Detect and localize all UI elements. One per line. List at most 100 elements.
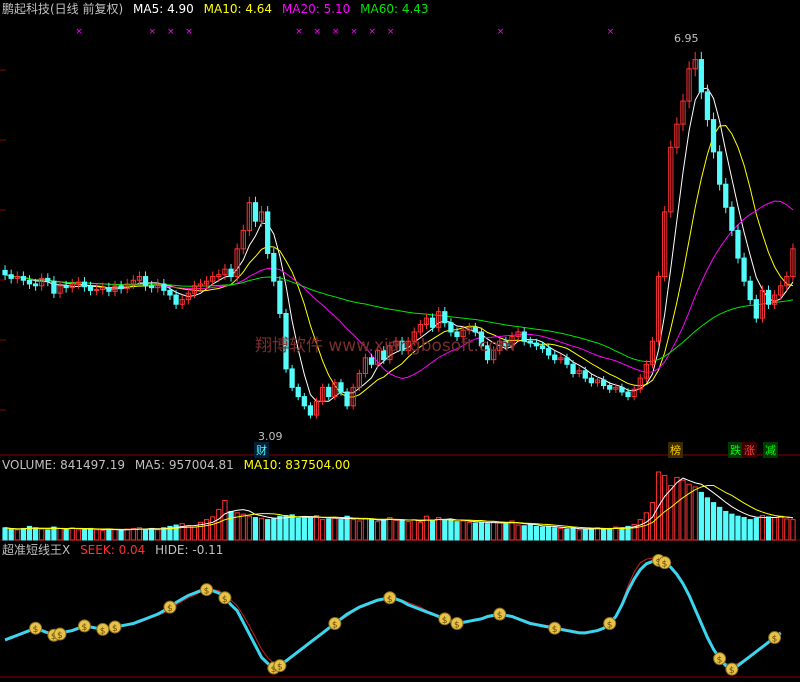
candle-body xyxy=(533,342,540,347)
volume-bar xyxy=(118,529,124,541)
candle-body xyxy=(142,276,149,287)
volume-bar xyxy=(741,517,747,541)
candle-body xyxy=(295,386,301,398)
money-bag-icon-glyph: $ xyxy=(222,595,228,605)
stock-title[interactable]: 鹏起科技(日线 前复权) xyxy=(2,2,123,16)
volume-bar xyxy=(112,529,118,541)
volume-bar xyxy=(320,519,326,541)
candle-body xyxy=(741,257,747,282)
volume-bar xyxy=(704,497,711,541)
candle-body xyxy=(63,285,69,289)
volume-bar xyxy=(417,521,424,541)
volume-bar xyxy=(539,526,546,541)
candle-body xyxy=(582,370,588,379)
volume-ma10: MA10: 837504.00 xyxy=(243,458,351,472)
volume-bar xyxy=(717,506,723,541)
volume-bar xyxy=(509,520,515,541)
candle-body xyxy=(753,299,759,319)
volume-value: VOLUME: 841497.19 xyxy=(2,458,125,472)
candle-body xyxy=(26,279,33,285)
volume-bar xyxy=(374,521,381,541)
money-bag-icon-glyph: $ xyxy=(772,635,778,645)
volume-bar xyxy=(607,527,613,541)
volume-bar xyxy=(692,486,698,541)
ma10-line xyxy=(4,125,794,398)
candle-body xyxy=(81,281,88,288)
indicator-name[interactable]: 超准短线王X xyxy=(2,543,70,557)
money-bag-icon-glyph: $ xyxy=(717,656,723,666)
candle-body xyxy=(45,277,51,282)
volume-bar xyxy=(399,520,405,541)
candle-body xyxy=(600,379,607,387)
volume-bar xyxy=(124,528,130,541)
volume-bar xyxy=(533,525,540,541)
candle-body xyxy=(277,280,283,314)
candle-body xyxy=(94,288,100,291)
volume-bar xyxy=(381,519,387,541)
ma5-value: MA5: 4.90 xyxy=(133,2,194,16)
jian-badge: 减 xyxy=(763,442,778,458)
volume-bar xyxy=(32,527,39,541)
candle-body xyxy=(442,311,448,324)
volume-bar xyxy=(588,527,595,541)
volume-bar xyxy=(350,519,356,541)
candle-body xyxy=(552,354,558,361)
money-bag-icon-glyph: $ xyxy=(57,631,63,641)
volume-bar xyxy=(161,527,167,541)
volume-bar xyxy=(20,527,27,541)
volume-bar xyxy=(582,528,588,541)
candle-body xyxy=(368,357,375,365)
candle-body xyxy=(564,357,570,365)
volume-bar xyxy=(662,474,668,541)
volume-bar xyxy=(546,525,552,541)
volume-bar xyxy=(295,517,301,541)
volume-bar xyxy=(252,517,259,541)
volume-bar xyxy=(210,516,216,541)
volume-bar xyxy=(332,517,338,541)
candlestick-series xyxy=(2,51,796,419)
ma60-value: MA60: 4.43 xyxy=(360,2,429,16)
volume-bar xyxy=(771,517,778,541)
candle-body xyxy=(289,368,295,388)
candle-body xyxy=(51,280,57,294)
volume-bar xyxy=(442,519,448,541)
volume-bar xyxy=(338,519,344,541)
volume-bar xyxy=(484,523,491,541)
volume-bar xyxy=(240,513,246,541)
volume-bar xyxy=(228,510,234,541)
money-bag-icons: $$$$$$$$$$$$$$$$$$$$$$$ xyxy=(29,553,782,676)
candle-body xyxy=(118,285,124,290)
chart-grid xyxy=(0,69,800,678)
volume-bar xyxy=(39,528,45,541)
hide-value: HIDE: -0.11 xyxy=(155,543,224,557)
high-price-label: 6.95 xyxy=(674,32,699,45)
candle-body xyxy=(2,269,8,276)
volume-bar xyxy=(637,519,643,541)
volume-bar xyxy=(368,519,375,541)
candle-body xyxy=(570,363,576,375)
money-bag-icon-glyph: $ xyxy=(204,587,210,597)
candle-body xyxy=(228,268,234,278)
volume-bar xyxy=(271,518,277,541)
volume-bar xyxy=(765,516,772,541)
volume-bar xyxy=(759,515,766,541)
volume-bar xyxy=(63,528,69,541)
candle-body xyxy=(20,276,27,281)
volume-bar xyxy=(735,515,741,541)
watermark: 翔博软件 www.xiangbosoft.com xyxy=(255,336,516,356)
volume-bar xyxy=(14,529,20,541)
volume-bar xyxy=(784,518,790,541)
money-bag-icon-glyph: $ xyxy=(112,624,118,634)
candle-body xyxy=(619,386,625,393)
candle-body xyxy=(252,202,259,222)
volume-bar xyxy=(289,514,295,541)
volume-bar xyxy=(246,515,252,541)
volume-bar xyxy=(729,513,735,541)
signal-markers: × × × × × × × × × × × × xyxy=(75,27,614,37)
volume-bar xyxy=(216,508,222,541)
cai-badge: 财 xyxy=(254,442,269,458)
volume-bar xyxy=(552,527,558,541)
volume-bar xyxy=(307,517,314,541)
volume-bar xyxy=(185,525,191,541)
candle-body xyxy=(546,348,552,356)
